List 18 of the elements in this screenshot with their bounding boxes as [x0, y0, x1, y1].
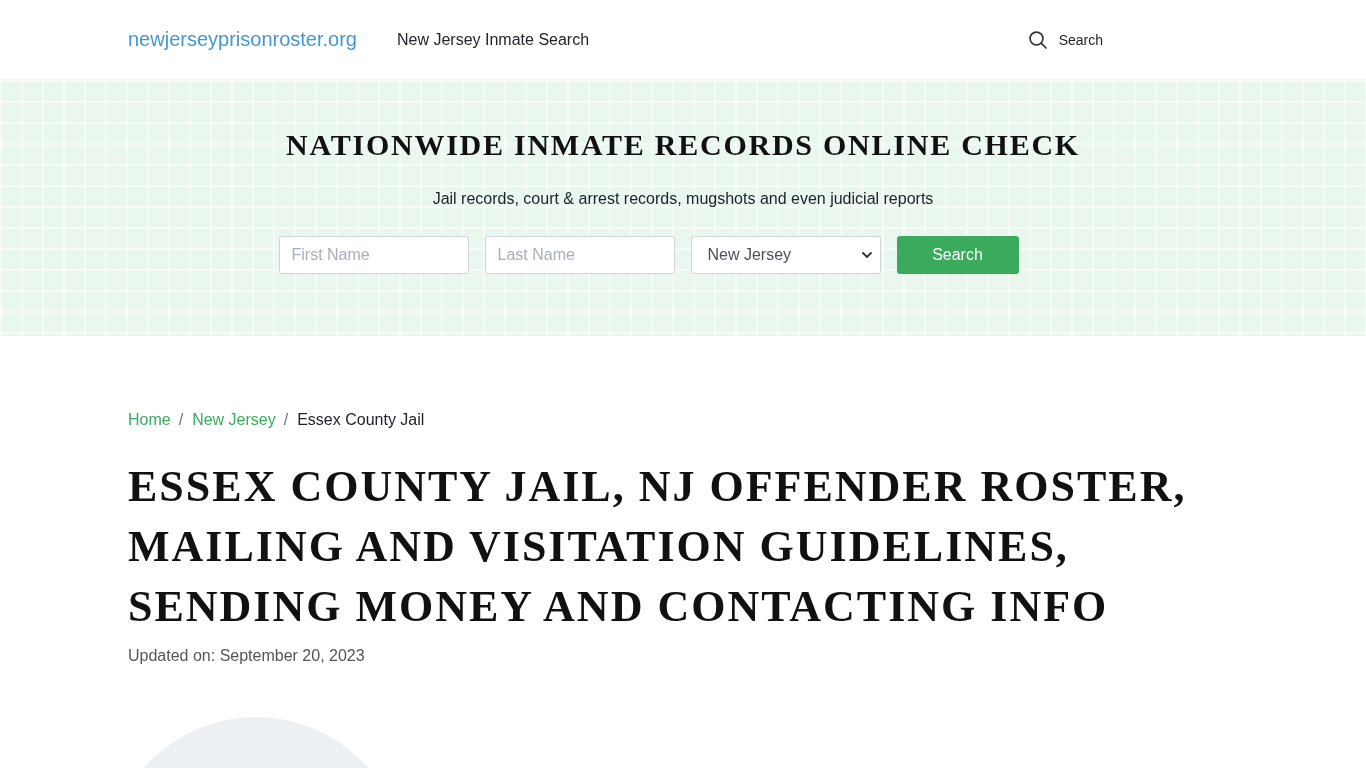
- hero-title: NATIONWIDE INMATE RECORDS ONLINE CHECK: [286, 127, 1080, 163]
- breadcrumb-separator: /: [177, 410, 185, 430]
- updated-date: Updated on: September 20, 2023: [128, 646, 366, 666]
- hero-subtitle: Jail records, court & arrest records, mugshots and even judicial reports: [432, 189, 934, 209]
- state-select[interactable]: New Jersey: [690, 236, 881, 274]
- site-name-link[interactable]: newjerseyprisonroster.org: [128, 28, 357, 51]
- last-name-field[interactable]: Last Name: [484, 236, 675, 274]
- breadcrumb-link[interactable]: Home: [128, 408, 171, 432]
- first-name-field[interactable]: First Name: [278, 236, 469, 274]
- nav-link[interactable]: New Jersey Inmate Search: [397, 30, 590, 49]
- current-page-label: Essex County Jail: [297, 410, 425, 430]
- search-button[interactable]: Search: [896, 236, 1019, 274]
- header-search-button[interactable]: Search: [1028, 30, 1103, 49]
- breadcrumb-separator: /: [282, 410, 290, 430]
- breadcrumb-link[interactable]: New Jersey: [192, 408, 276, 432]
- chevron-down-icon: [861, 252, 872, 258]
- page-title: ESSEX COUNTY JAIL, NJ OFFENDER ROSTER, MAILING AND VISITATION GUIDELINES, SENDING MONEY AND CONTACTING INFO: [128, 461, 1188, 633]
- search-icon: [1028, 30, 1047, 49]
